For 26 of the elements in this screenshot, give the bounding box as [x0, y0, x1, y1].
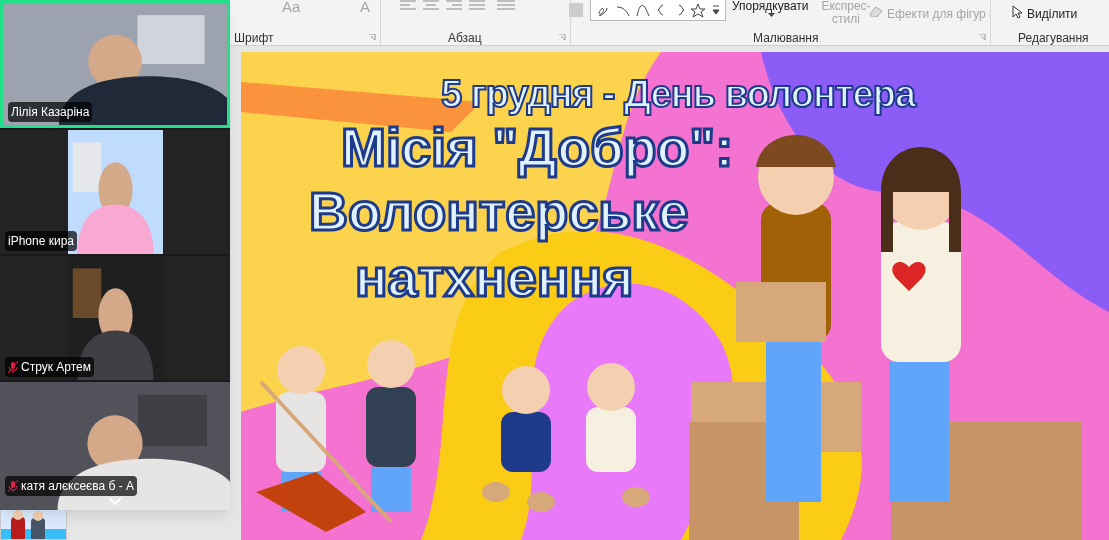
- dialog-launcher-icon[interactable]: [979, 34, 986, 41]
- dialog-launcher-icon[interactable]: [369, 34, 376, 41]
- participant-name: Струк Артем: [21, 359, 91, 376]
- video-tile[interactable]: Струк Артем: [0, 256, 230, 380]
- participant-name: Лілія Казаріна: [11, 104, 90, 121]
- group-label: Шрифт: [234, 30, 274, 47]
- justify-icon: [469, 0, 485, 10]
- select-button[interactable]: Виділити: [1027, 5, 1078, 23]
- caret-icon: [768, 13, 775, 18]
- align-right-icon: [446, 0, 462, 10]
- group-label: Абзац: [448, 30, 482, 47]
- eraser-icon: [869, 6, 883, 17]
- align-left-icon: [400, 0, 416, 10]
- dialog-launcher-icon[interactable]: [559, 34, 566, 41]
- video-tile[interactable]: iPhone кира: [0, 130, 230, 254]
- columns-icon: [497, 0, 515, 10]
- group-label: Редагування: [1018, 30, 1089, 47]
- cursor-icon: [1012, 5, 1022, 19]
- slide-heading-line: натхнення: [355, 246, 634, 308]
- align-center-icon: [423, 0, 439, 10]
- participant-name: iPhone кира: [8, 233, 74, 250]
- video-tile[interactable]: Лілія Казаріна: [0, 0, 230, 128]
- muted-mic-icon: [8, 361, 18, 373]
- group-label: Малювання: [753, 30, 819, 47]
- shapes-gallery[interactable]: [590, 0, 726, 21]
- arrange-button[interactable]: Упорядкувати: [732, 0, 809, 13]
